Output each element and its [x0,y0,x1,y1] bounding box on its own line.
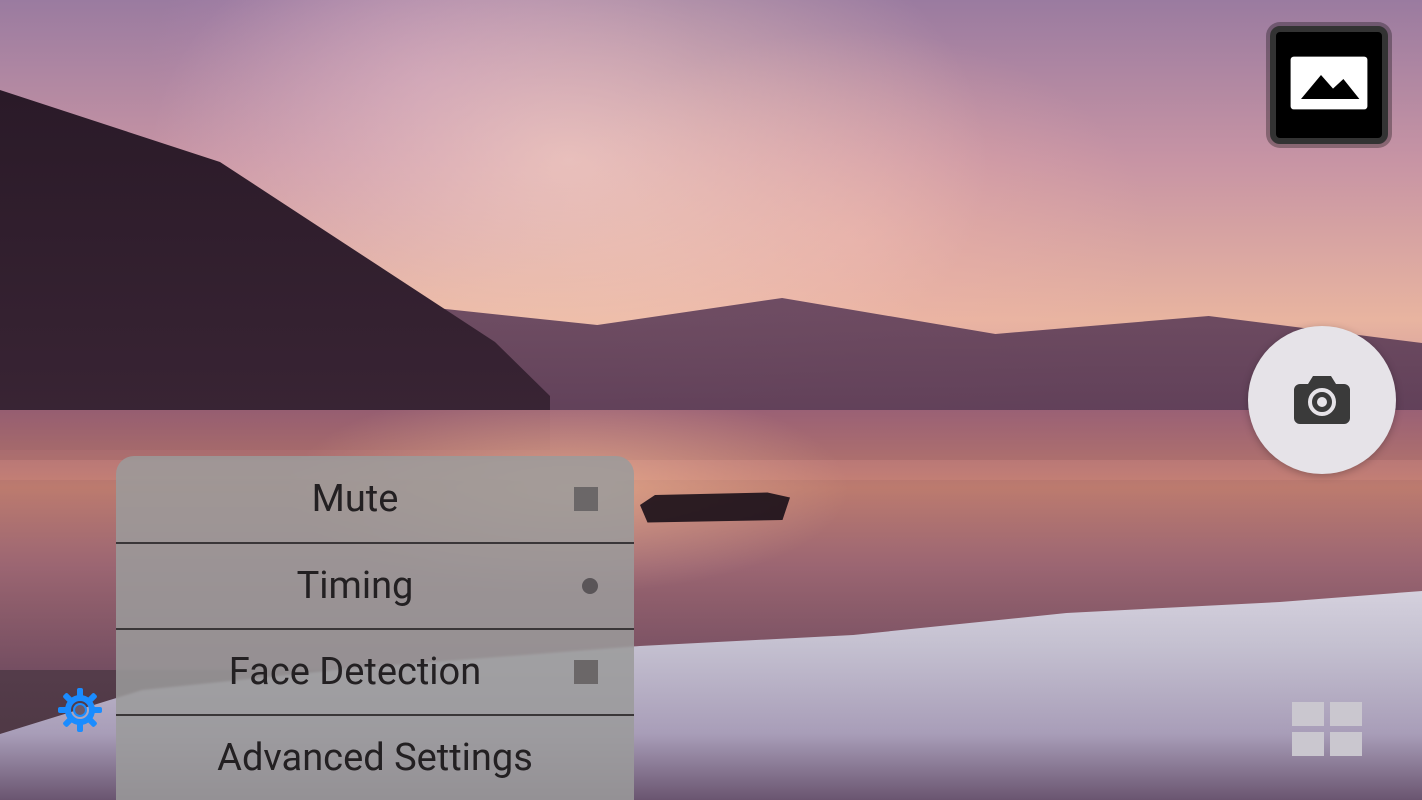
menu-label: Advanced Settings [217,736,533,780]
gallery-button[interactable] [1270,26,1388,144]
grid-icon [1330,702,1362,726]
menu-label: Timing [297,564,454,608]
gear-icon [56,719,104,738]
menu-label: Face Detection [229,650,521,694]
grid-icon [1330,732,1362,756]
menu-item-mute[interactable]: Mute [116,456,634,542]
gallery-icon [1289,53,1369,117]
checkbox-icon [574,487,598,511]
settings-menu: Mute Timing Face Detection Advanced Sett… [116,456,634,800]
settings-button[interactable] [56,686,104,734]
menu-item-face-detection[interactable]: Face Detection [116,628,634,714]
menu-item-advanced-settings[interactable]: Advanced Settings [116,714,634,800]
menu-item-timing[interactable]: Timing [116,542,634,628]
grid-icon [1292,732,1324,756]
checkbox-icon [574,660,598,684]
shutter-button[interactable] [1248,326,1396,474]
camera-icon [1290,370,1354,430]
radio-icon [582,578,598,594]
camera-viewfinder: Mute Timing Face Detection Advanced Sett… [0,0,1422,800]
menu-label: Mute [312,477,439,521]
mode-grid-button[interactable] [1292,702,1362,756]
grid-icon [1292,702,1324,726]
